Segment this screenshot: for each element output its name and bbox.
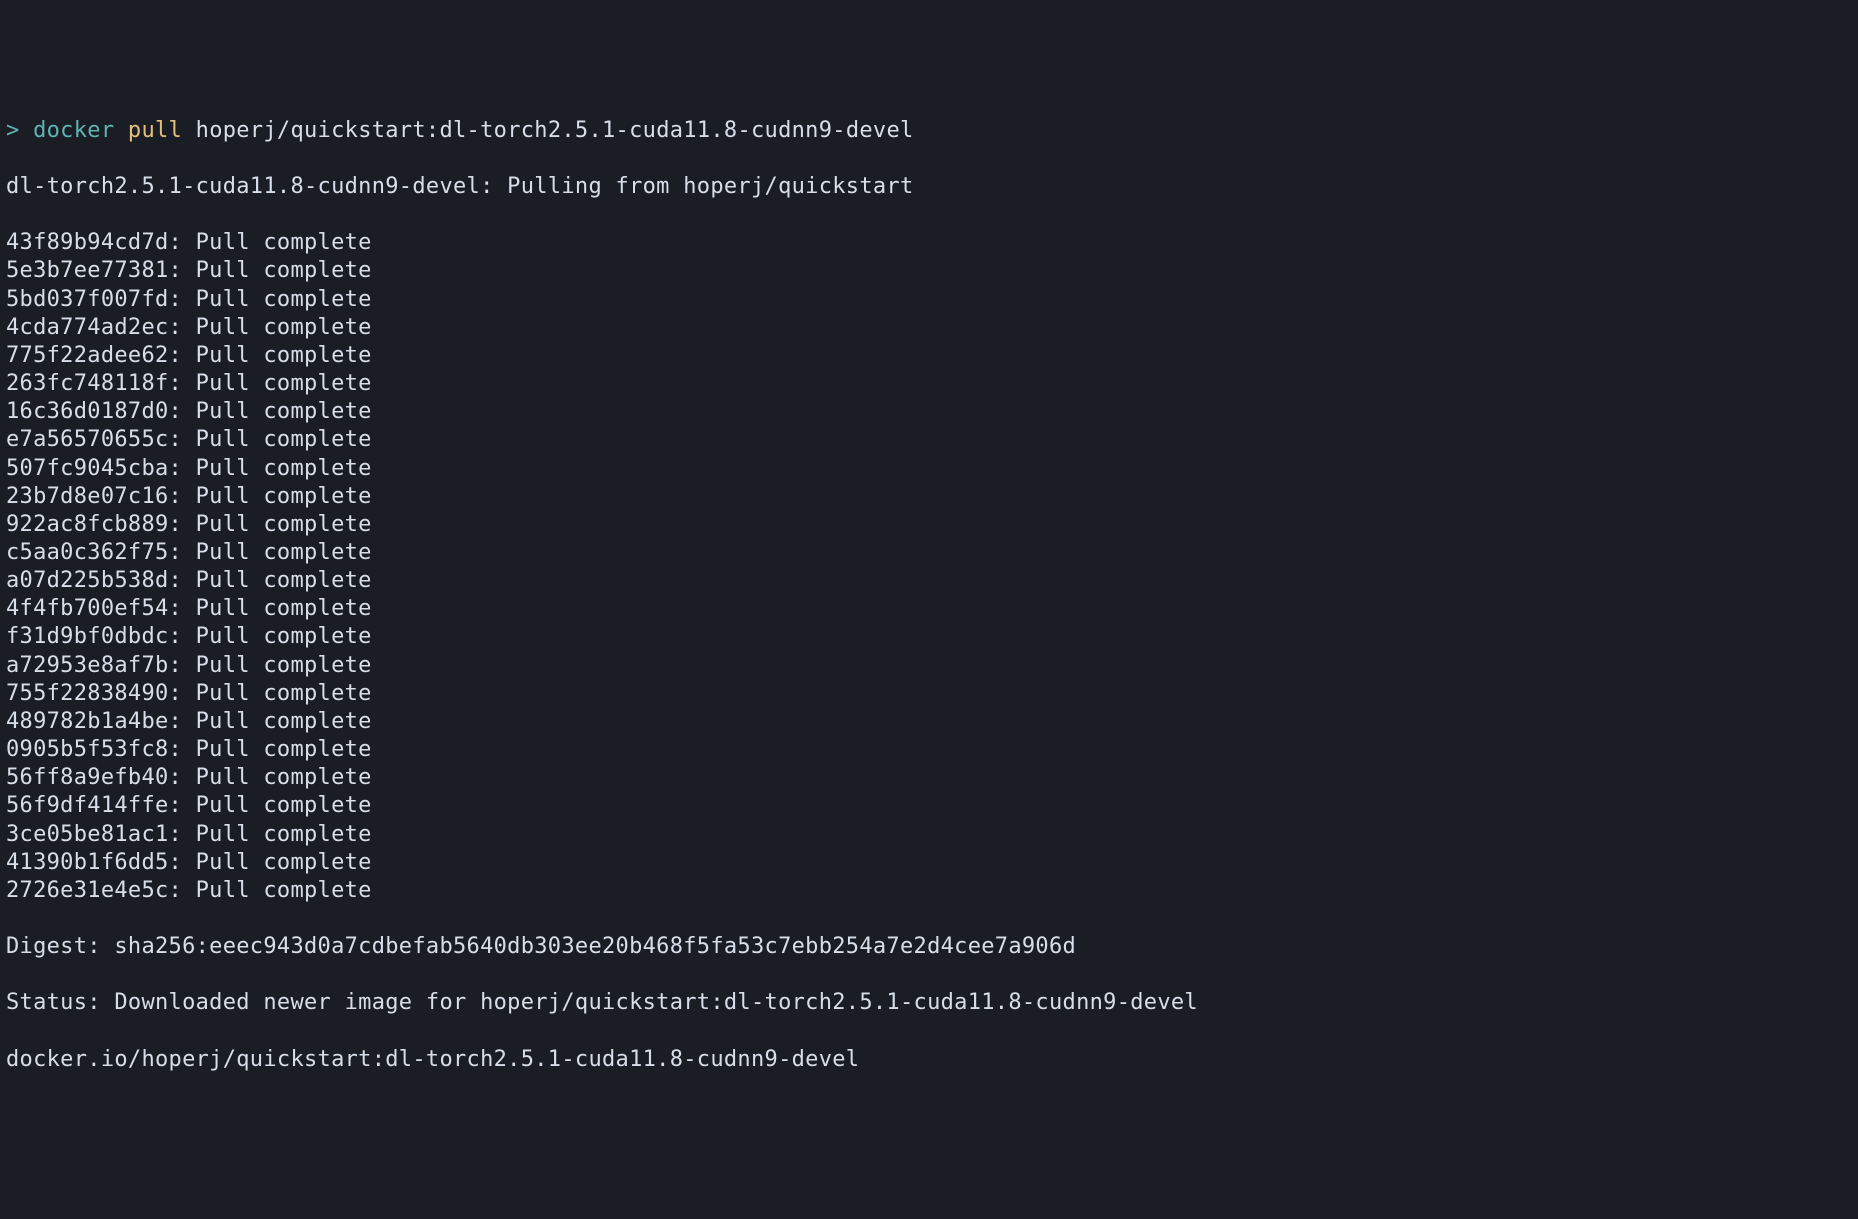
layer-line: 43f89b94cd7d: Pull complete	[6, 229, 1852, 257]
layer-line: 922ac8fcb889: Pull complete	[6, 511, 1852, 539]
layer-line: 5e3b7ee77381: Pull complete	[6, 257, 1852, 285]
layer-line: a07d225b538d: Pull complete	[6, 567, 1852, 595]
layers-list: 43f89b94cd7d: Pull complete5e3b7ee77381:…	[6, 229, 1852, 905]
layer-line: c5aa0c362f75: Pull complete	[6, 539, 1852, 567]
layer-line: 4cda774ad2ec: Pull complete	[6, 314, 1852, 342]
layer-line: 775f22adee62: Pull complete	[6, 342, 1852, 370]
layer-line: e7a56570655c: Pull complete	[6, 426, 1852, 454]
layer-line: a72953e8af7b: Pull complete	[6, 652, 1852, 680]
layer-line: f31d9bf0dbdc: Pull complete	[6, 623, 1852, 651]
layer-line: 507fc9045cba: Pull complete	[6, 455, 1852, 483]
docker-keyword: docker	[33, 118, 114, 143]
prompt-symbol: >	[6, 118, 33, 143]
layer-line: 16c36d0187d0: Pull complete	[6, 398, 1852, 426]
final-line: docker.io/hoperj/quickstart:dl-torch2.5.…	[6, 1046, 1852, 1074]
layer-line: 755f22838490: Pull complete	[6, 680, 1852, 708]
layer-line: 56ff8a9efb40: Pull complete	[6, 764, 1852, 792]
layer-line: 23b7d8e07c16: Pull complete	[6, 483, 1852, 511]
layer-line: 41390b1f6dd5: Pull complete	[6, 849, 1852, 877]
layer-line: 0905b5f53fc8: Pull complete	[6, 736, 1852, 764]
digest-line: Digest: sha256:eeec943d0a7cdbefab5640db3…	[6, 933, 1852, 961]
layer-line: 4f4fb700ef54: Pull complete	[6, 595, 1852, 623]
pull-keyword: pull	[128, 118, 182, 143]
layer-line: 489782b1a4be: Pull complete	[6, 708, 1852, 736]
layer-line: 3ce05be81ac1: Pull complete	[6, 821, 1852, 849]
layer-line: 2726e31e4e5c: Pull complete	[6, 877, 1852, 905]
pulling-from-line: dl-torch2.5.1-cuda11.8-cudnn9-devel: Pul…	[6, 173, 1852, 201]
layer-line: 5bd037f007fd: Pull complete	[6, 286, 1852, 314]
layer-line: 56f9df414ffe: Pull complete	[6, 792, 1852, 820]
command-line[interactable]: > docker pull hoperj/quickstart:dl-torch…	[6, 117, 1852, 145]
status-line: Status: Downloaded newer image for hoper…	[6, 989, 1852, 1017]
image-name: hoperj/quickstart:dl-torch2.5.1-cuda11.8…	[196, 118, 914, 143]
layer-line: 263fc748118f: Pull complete	[6, 370, 1852, 398]
